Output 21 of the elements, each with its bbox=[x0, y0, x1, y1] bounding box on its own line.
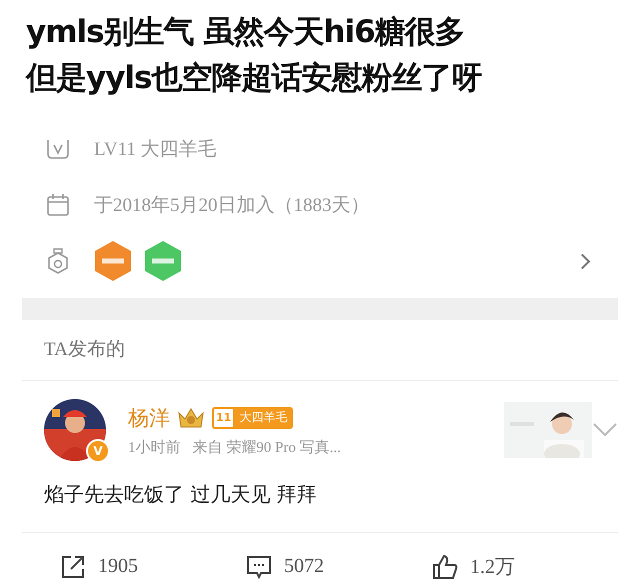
repost-icon bbox=[60, 554, 86, 580]
join-date-text: 于2018年5月20日加入（1883天） bbox=[94, 194, 370, 218]
level-icon bbox=[46, 138, 70, 160]
level-label: 大四羊毛 bbox=[239, 409, 288, 426]
dropdown-icon bbox=[592, 422, 618, 438]
comment-button[interactable]: 5072 bbox=[246, 553, 432, 580]
verified-badge: V bbox=[86, 439, 110, 463]
like-button[interactable]: 1.2万 bbox=[432, 553, 618, 580]
level-number: 11 bbox=[212, 406, 236, 428]
calendar-icon bbox=[46, 193, 70, 217]
post-time: 1小时前 bbox=[128, 438, 180, 456]
post-text: 焰子先去吃饭了 过几天见 拜拜 bbox=[44, 481, 317, 508]
caption-text: 但是yyls也空降超话安慰粉丝了呀 bbox=[26, 59, 482, 98]
repost-button[interactable]: 1905 bbox=[60, 553, 246, 580]
section-title: TA发布的 bbox=[44, 338, 125, 362]
caption-text: ymls别生气 虽然今天hi6糖很多 bbox=[26, 13, 465, 52]
post-source: 来自 荣耀90 Pro 写真... bbox=[192, 438, 341, 456]
comment-icon bbox=[246, 554, 272, 580]
medal-icon bbox=[46, 248, 70, 274]
like-icon bbox=[432, 554, 458, 580]
level-text: LV11 大四羊毛 bbox=[94, 138, 217, 162]
